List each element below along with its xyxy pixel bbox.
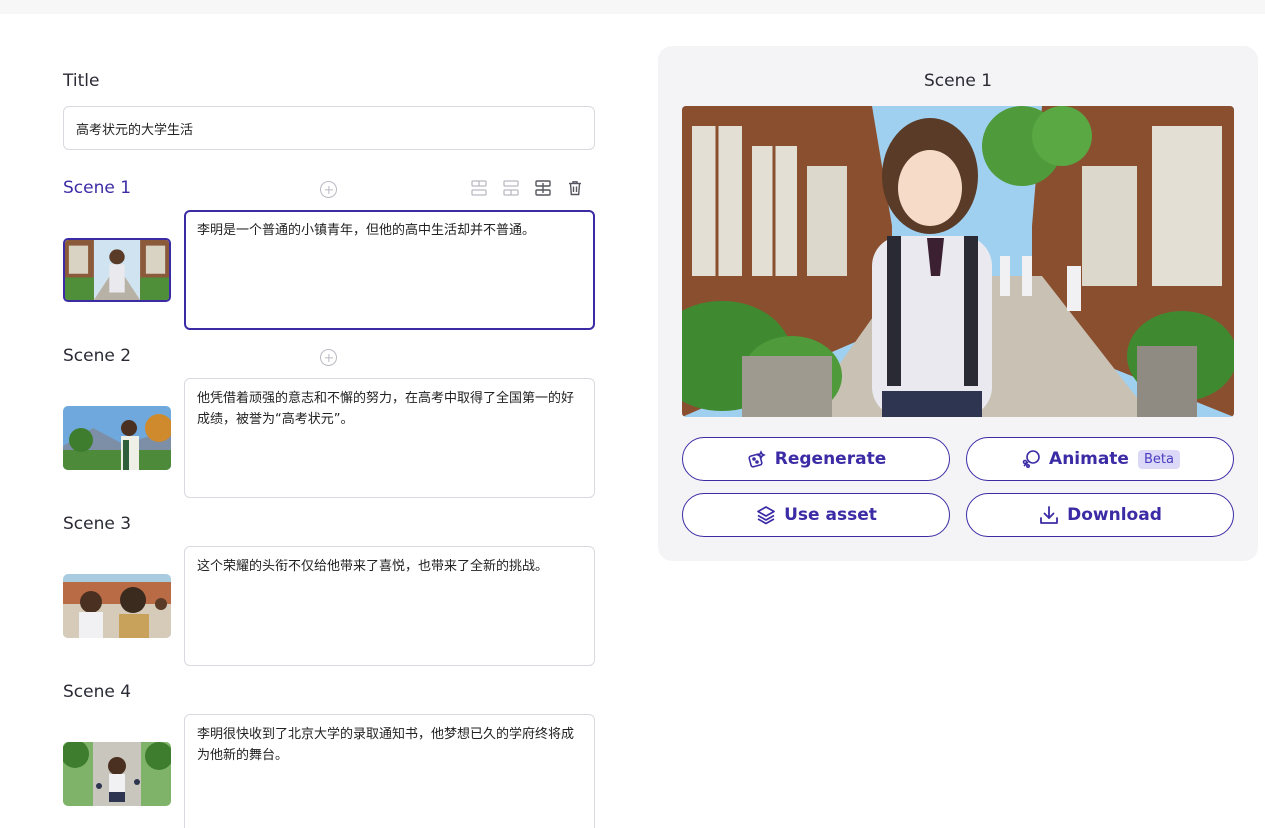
preview-panel: Scene 1 Regenerate Animate Beta Use asse… [658,46,1258,561]
scene-thumbnail[interactable] [63,574,171,638]
regenerate-button[interactable]: Regenerate [682,437,950,481]
regenerate-label: Regenerate [774,449,887,469]
scene-card-1: Scene 1 李明是一个普通的小镇青年，但他的高中生活却并不普通。 [63,178,595,346]
merge-down-icon[interactable] [502,179,520,197]
add-scene-icon[interactable] [320,181,337,198]
use-asset-label: Use asset [784,505,877,525]
use-asset-button[interactable]: Use asset [682,493,950,537]
scene-label: Scene 1 [63,178,132,198]
scene-label: Scene 4 [63,682,132,702]
scene-thumbnail[interactable] [63,406,171,470]
split-scene-icon[interactable] [534,179,552,197]
magic-wand-icon [1022,450,1040,468]
layers-icon [757,506,775,525]
preview-title: Scene 1 [923,71,993,91]
title-label: Title [63,71,100,91]
add-scene-icon[interactable] [320,349,337,366]
beta-badge: Beta [1137,449,1180,469]
scene-text-input[interactable]: 他凭借着顽强的意志和不懈的努力，在高考中取得了全国第一的好成绩，被誉为“高考状元… [184,378,595,498]
trash-icon[interactable] [566,179,584,197]
scene-text-input[interactable]: 这个荣耀的头衔不仅给他带来了喜悦，也带来了全新的挑战。 [184,546,595,666]
scene-label: Scene 3 [63,514,132,534]
scene-card-3: Scene 3 这个荣耀的头衔不仅给他带来了喜悦，也带来了全新的挑战。 [63,514,595,682]
download-button[interactable]: Download [966,493,1234,537]
animate-button[interactable]: Animate Beta [966,437,1234,481]
dice-icon [748,450,766,468]
scene-preview-image [682,106,1234,417]
scene-thumbnail[interactable] [63,238,171,302]
scene-card-2: Scene 2 他凭借着顽强的意志和不懈的努力，在高考中取得了全国第一的好成绩，… [63,346,595,514]
top-bar [0,0,1265,14]
title-input[interactable] [63,106,595,150]
scene-card-4: Scene 4 李明很快收到了北京大学的录取通知书，他梦想已久的学府终将成为他新… [63,682,595,828]
merge-up-icon[interactable] [470,179,488,197]
animate-label: Animate [1049,449,1129,469]
scene-text-input[interactable]: 李明很快收到了北京大学的录取通知书，他梦想已久的学府终将成为他新的舞台。 [184,714,595,828]
scene-text-input[interactable]: 李明是一个普通的小镇青年，但他的高中生活却并不普通。 [184,210,595,330]
scene-label: Scene 2 [63,346,132,366]
download-label: Download [1067,505,1162,525]
download-icon [1040,506,1059,524]
scene-thumbnail[interactable] [63,742,171,806]
